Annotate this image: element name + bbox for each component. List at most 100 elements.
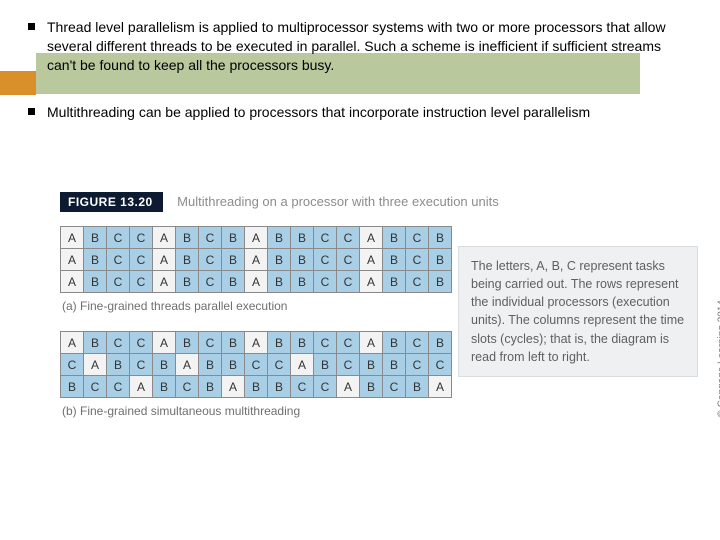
table-cell: A xyxy=(360,332,383,354)
table-cell: C xyxy=(130,249,153,271)
table-cell: B xyxy=(176,332,199,354)
table-cell: C xyxy=(406,227,429,249)
table-cell: B xyxy=(383,354,406,376)
table-cell: B xyxy=(176,271,199,293)
table-cell: C xyxy=(107,271,130,293)
table-cell: B xyxy=(383,271,406,293)
table-cell: C xyxy=(314,227,337,249)
table-cell: A xyxy=(61,332,84,354)
table-cell: B xyxy=(222,249,245,271)
table-cell: C xyxy=(383,376,406,398)
table-cell: A xyxy=(61,227,84,249)
table-cell: C xyxy=(245,354,268,376)
table-cell: C xyxy=(314,376,337,398)
table-b: ABCCABCBABBCCABCBCABCBABBCCABCBBCCBCCABC… xyxy=(60,331,452,398)
caption-b: (b) Fine-grained simultaneous multithrea… xyxy=(62,404,670,418)
table-a: ABCCABCBABBCCABCBABCCABCBABBCCABCBABCCAB… xyxy=(60,226,452,293)
table-cell: B xyxy=(84,227,107,249)
table-cell: A xyxy=(84,354,107,376)
table-cell: B xyxy=(176,249,199,271)
table-cell: B xyxy=(222,271,245,293)
table-cell: B xyxy=(84,271,107,293)
table-cell: A xyxy=(61,271,84,293)
table-cell: A xyxy=(245,332,268,354)
table-cell: B xyxy=(245,376,268,398)
table-cell: B xyxy=(153,354,176,376)
table-cell: B xyxy=(406,376,429,398)
table-cell: B xyxy=(383,249,406,271)
table-cell: C xyxy=(199,271,222,293)
table-cell: A xyxy=(337,376,360,398)
table-cell: C xyxy=(199,227,222,249)
table-cell: C xyxy=(337,354,360,376)
table-cell: A xyxy=(291,354,314,376)
table-cell: B xyxy=(176,227,199,249)
table-cell: B xyxy=(383,227,406,249)
table-cell: A xyxy=(245,271,268,293)
table-cell: A xyxy=(360,227,383,249)
table-cell: A xyxy=(153,332,176,354)
table-cell: B xyxy=(153,376,176,398)
table-cell: B xyxy=(268,249,291,271)
table-cell: C xyxy=(314,332,337,354)
table-cell: A xyxy=(245,227,268,249)
table-cell: C xyxy=(107,376,130,398)
table-cell: C xyxy=(406,354,429,376)
table-cell: C xyxy=(337,271,360,293)
table-cell: C xyxy=(406,332,429,354)
table-cell: B xyxy=(222,354,245,376)
table-cell: B xyxy=(314,354,337,376)
table-cell: B xyxy=(291,332,314,354)
table-cell: C xyxy=(199,332,222,354)
table-cell: C xyxy=(337,249,360,271)
table-cell: B xyxy=(84,332,107,354)
table-cell: C xyxy=(130,354,153,376)
bullet-text: Multithreading can be applied to process… xyxy=(47,103,678,122)
table-cell: B xyxy=(199,376,222,398)
table-cell: C xyxy=(406,249,429,271)
table-cell: C xyxy=(130,332,153,354)
table-cell: C xyxy=(107,227,130,249)
table-cell: B xyxy=(429,271,452,293)
table-cell: B xyxy=(291,271,314,293)
bullet-square-icon xyxy=(28,23,35,30)
table-cell: A xyxy=(61,249,84,271)
table-cell: A xyxy=(222,376,245,398)
table-cell: B xyxy=(383,332,406,354)
table-cell: C xyxy=(406,271,429,293)
table-cell: C xyxy=(130,271,153,293)
table-cell: B xyxy=(268,332,291,354)
table-cell: C xyxy=(429,354,452,376)
table-cell: A xyxy=(153,227,176,249)
table-cell: C xyxy=(314,271,337,293)
bullet-square-icon xyxy=(28,108,35,115)
table-cell: B xyxy=(291,227,314,249)
table-cell: B xyxy=(268,227,291,249)
table-cell: C xyxy=(84,376,107,398)
table-cell: A xyxy=(429,376,452,398)
table-cell: C xyxy=(176,376,199,398)
table-cell: B xyxy=(107,354,130,376)
bullet-item: Thread level parallelism is applied to m… xyxy=(28,18,678,75)
table-cell: A xyxy=(245,249,268,271)
table-cell: B xyxy=(222,332,245,354)
table-cell: B xyxy=(199,354,222,376)
table-cell: A xyxy=(130,376,153,398)
table-cell: A xyxy=(360,249,383,271)
table-cell: C xyxy=(199,249,222,271)
bullet-text: Thread level parallelism is applied to m… xyxy=(47,18,678,75)
table-cell: B xyxy=(291,249,314,271)
table-cell: C xyxy=(107,332,130,354)
table-cell: B xyxy=(360,376,383,398)
table-cell: B xyxy=(429,227,452,249)
table-cell: B xyxy=(429,249,452,271)
bullet-item: Multithreading can be applied to process… xyxy=(28,103,678,122)
table-cell: B xyxy=(429,332,452,354)
table-cell: B xyxy=(61,376,84,398)
table-cell: C xyxy=(314,249,337,271)
table-cell: C xyxy=(268,354,291,376)
table-cell: C xyxy=(337,227,360,249)
table-cell: A xyxy=(153,271,176,293)
slide: Thread level parallelism is applied to m… xyxy=(0,0,720,540)
table-cell: C xyxy=(107,249,130,271)
